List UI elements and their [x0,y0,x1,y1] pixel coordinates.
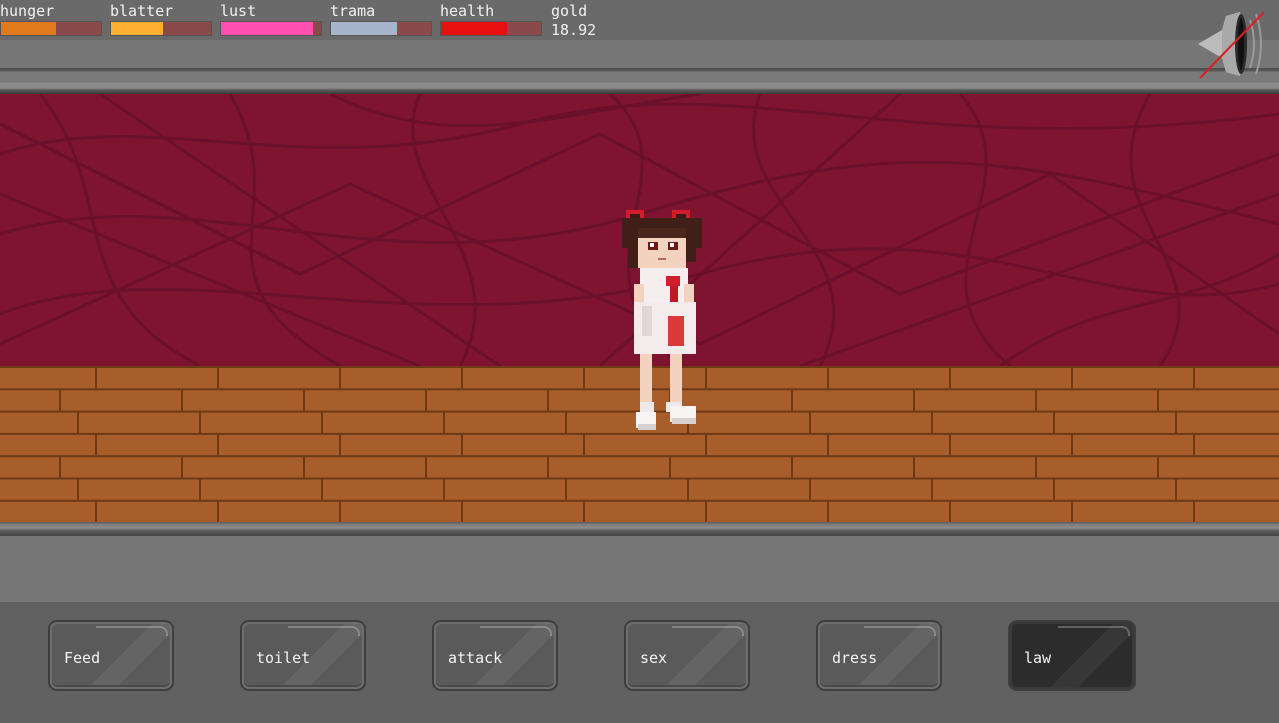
gold-value: 18.92 [551,21,597,39]
speaker-muted-icon[interactable] [1196,8,1270,80]
floor-divider [0,522,1279,536]
sex-button-label: sex [640,649,668,667]
trama-label: trama [330,2,376,20]
health-bar [440,21,542,36]
sex-button[interactable]: sex [624,620,750,691]
hunger-bar [0,21,102,36]
trama-bar [330,21,432,36]
button-gloss [1058,626,1130,636]
button-gloss [288,626,360,636]
blatter-bar [110,21,212,36]
top-band [0,40,1279,68]
message-panel [0,536,1279,602]
attack-button-label: attack [448,649,503,667]
attack-button[interactable]: attack [432,620,558,691]
button-gloss [480,626,552,636]
blatter-label: blatter [110,2,174,20]
law-button-label: law [1024,649,1052,667]
status-bar: hunger blatter lust trama health gold 18… [0,0,1279,40]
button-gloss [672,626,744,636]
lust-label: lust [220,2,257,20]
health-label: health [440,2,495,20]
dress-button-label: dress [832,649,878,667]
feed-button-label: Feed [64,649,101,667]
feed-button[interactable]: Feed [48,620,174,691]
top-divider [0,68,1279,94]
law-button[interactable]: law [1008,620,1136,691]
lust-bar [220,21,322,36]
hunger-label: hunger [0,2,55,20]
button-gloss [864,626,936,636]
gold-label: gold [551,2,588,20]
toilet-button-label: toilet [256,649,311,667]
dress-button[interactable]: dress [816,620,942,691]
button-gloss [96,626,168,636]
girl-sprite[interactable] [618,206,710,438]
toilet-button[interactable]: toilet [240,620,366,691]
